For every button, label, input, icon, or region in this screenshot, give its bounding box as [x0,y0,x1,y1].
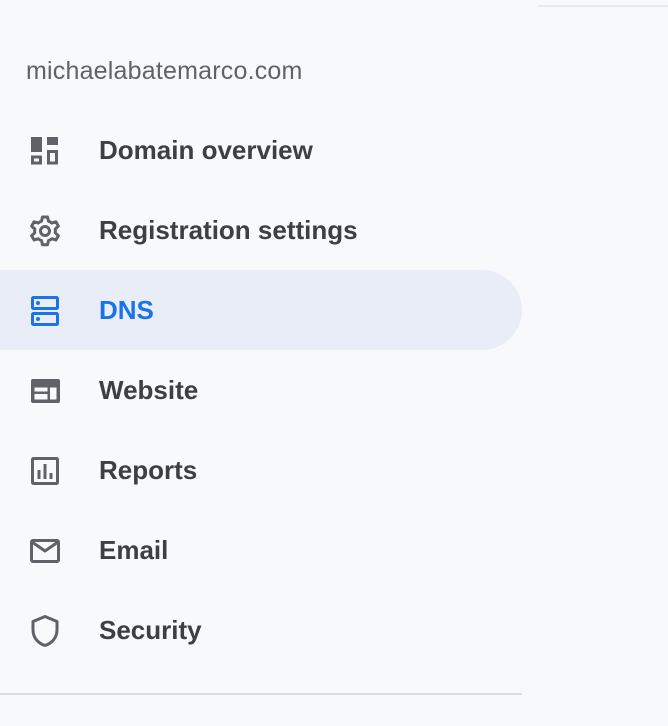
sidebar-item-reports[interactable]: Reports [0,430,522,510]
sidebar-nav: Domain overview Registration settings DN… [0,110,522,670]
sidebar-item-security[interactable]: Security [0,590,522,670]
dns-icon [26,292,64,330]
sidebar-item-website[interactable]: Website [0,350,522,430]
sidebar-item-label: Registration settings [99,215,358,245]
sidebar-item-label: Security [99,615,202,645]
bar-chart-icon [26,452,64,490]
sidebar-item-label: Website [99,375,199,405]
sidebar-item-label: Email [99,535,169,565]
top-right-divider [538,5,668,7]
sidebar-item-email[interactable]: Email [0,510,522,590]
sidebar-item-label: Domain overview [99,135,313,165]
bottom-divider [0,693,522,695]
dashboard-icon [26,132,64,170]
shield-icon [26,612,64,650]
web-icon [26,372,64,410]
sidebar-item-label: Reports [99,455,198,485]
mail-icon [26,532,64,570]
domain-name: michaelabatemarco.com [26,57,303,85]
sidebar-item-domain-overview[interactable]: Domain overview [0,110,522,190]
gear-icon [26,212,64,250]
sidebar-item-dns[interactable]: DNS [0,270,522,350]
sidebar-item-label: DNS [99,295,154,325]
sidebar: michaelabatemarco.com Domain overview Re… [0,0,522,726]
sidebar-item-registration-settings[interactable]: Registration settings [0,190,522,270]
